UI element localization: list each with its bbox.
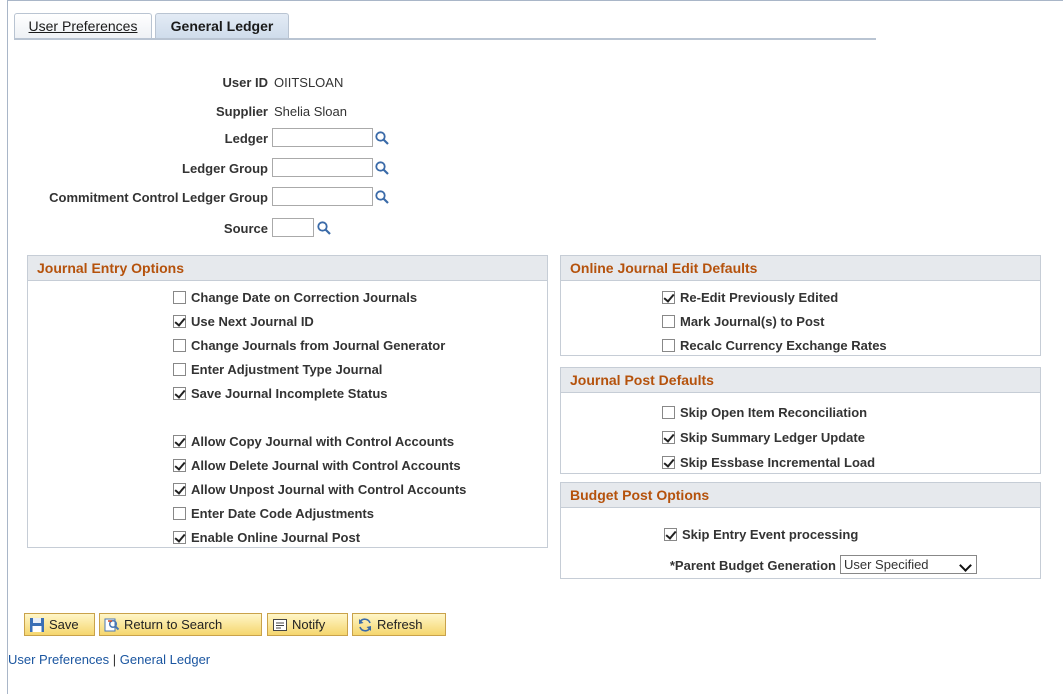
- return-to-search-icon: [104, 618, 120, 631]
- checkbox-label: Allow Unpost Journal with Control Accoun…: [191, 481, 467, 497]
- checkbox-label: Allow Copy Journal with Control Accounts: [191, 433, 455, 449]
- checkbox-label: Skip Essbase Incremental Load: [680, 454, 876, 470]
- journal-post-defaults-title: Journal Post Defaults: [561, 368, 1040, 393]
- budget-post-options-title: Budget Post Options: [561, 483, 1040, 508]
- online-journal-edit-defaults-title: Online Journal Edit Defaults: [561, 256, 1040, 281]
- checkbox-row[interactable]: Mark Journal(s) to Post: [662, 312, 824, 330]
- checkbox-label: Recalc Currency Exchange Rates: [680, 337, 887, 353]
- supplier-value: Shelia Sloan: [274, 104, 347, 119]
- notify-icon: [273, 618, 287, 631]
- checkbox-checked[interactable]: [662, 290, 675, 304]
- checkbox-unchecked[interactable]: [662, 405, 675, 419]
- checkbox-row[interactable]: Enable Online Journal Post: [173, 528, 360, 546]
- checkbox-label: Enter Date Code Adjustments: [191, 505, 374, 521]
- cc-ledger-group-input[interactable]: [272, 187, 373, 206]
- checkbox-label: Re-Edit Previously Edited: [680, 289, 839, 305]
- skip-entry-event-checkbox[interactable]: [664, 527, 677, 541]
- ledger-lookup-icon[interactable]: [374, 130, 390, 146]
- ledger-group-lookup-icon[interactable]: [374, 160, 390, 176]
- checkbox-unchecked[interactable]: [173, 338, 186, 352]
- checkbox-row[interactable]: Change Date on Correction Journals: [173, 288, 417, 306]
- checkbox-checked[interactable]: [173, 458, 186, 472]
- checkbox-checked[interactable]: [173, 530, 186, 544]
- checkbox-unchecked[interactable]: [662, 338, 675, 352]
- user-id-label: User ID: [222, 75, 268, 90]
- checkbox-checked[interactable]: [173, 434, 186, 448]
- checkbox-label: Mark Journal(s) to Post: [680, 313, 825, 329]
- journal-entry-options-title: Journal Entry Options: [28, 256, 547, 281]
- cc-ledger-group-label: Commitment Control Ledger Group: [49, 190, 268, 205]
- checkbox-label: Enter Adjustment Type Journal: [191, 361, 383, 377]
- footer-separator: |: [112, 652, 117, 667]
- refresh-button-label: Refresh: [377, 617, 423, 632]
- cc-ledger-group-lookup-icon[interactable]: [374, 189, 390, 205]
- parent-budget-generation-label: *Parent Budget Generation: [669, 558, 836, 573]
- ledger-group-input[interactable]: [272, 158, 373, 177]
- checkbox-checked[interactable]: [173, 314, 186, 328]
- skip-entry-event-checkbox-row[interactable]: Skip Entry Event processing: [664, 525, 858, 543]
- ledger-input[interactable]: [272, 128, 373, 147]
- checkbox-unchecked[interactable]: [662, 314, 675, 328]
- checkbox-label: Skip Open Item Reconciliation: [680, 404, 868, 420]
- checkbox-row[interactable]: Allow Unpost Journal with Control Accoun…: [173, 480, 466, 498]
- tab-general-ledger-label: General Ledger: [170, 18, 274, 34]
- checkbox-label: Use Next Journal ID: [191, 313, 314, 329]
- source-label: Source: [223, 221, 268, 236]
- checkbox-label: Change Date on Correction Journals: [191, 289, 418, 305]
- checkbox-row[interactable]: Re-Edit Previously Edited: [662, 288, 838, 306]
- supplier-label: Supplier: [215, 104, 268, 119]
- checkbox-row[interactable]: Recalc Currency Exchange Rates: [662, 336, 887, 354]
- checkbox-row[interactable]: Allow Delete Journal with Control Accoun…: [173, 456, 461, 474]
- frame-top-border: [7, 0, 1063, 1]
- checkbox-checked[interactable]: [662, 430, 675, 444]
- return-to-search-button[interactable]: Return to Search: [99, 613, 262, 636]
- checkbox-label: Skip Summary Ledger Update: [680, 429, 865, 445]
- save-button[interactable]: Save: [24, 613, 95, 636]
- checkbox-row[interactable]: Save Journal Incomplete Status: [173, 384, 388, 402]
- parent-budget-generation-value: User Specified: [844, 557, 929, 572]
- checkbox-row[interactable]: Enter Date Code Adjustments: [173, 504, 374, 522]
- checkbox-row[interactable]: Skip Open Item Reconciliation: [662, 403, 867, 421]
- refresh-button[interactable]: Refresh: [352, 613, 446, 636]
- user-id-value: OIITSLOAN: [274, 75, 344, 90]
- tab-user-preferences[interactable]: User Preferences: [14, 13, 152, 38]
- checkbox-checked[interactable]: [173, 386, 186, 400]
- checkbox-label: Allow Delete Journal with Control Accoun…: [191, 457, 461, 473]
- notify-button[interactable]: Notify: [267, 613, 348, 636]
- checkbox-row[interactable]: Allow Copy Journal with Control Accounts: [173, 432, 454, 450]
- save-icon: [30, 617, 44, 632]
- refresh-icon: [359, 617, 371, 632]
- tab-underline: [14, 38, 876, 40]
- save-button-label: Save: [49, 617, 79, 632]
- footer-links: User Preferences | General Ledger: [8, 652, 210, 667]
- checkbox-unchecked[interactable]: [173, 506, 186, 520]
- checkbox-label: Change Journals from Journal Generator: [191, 337, 446, 353]
- checkbox-unchecked[interactable]: [173, 290, 186, 304]
- notify-button-label: Notify: [292, 617, 326, 632]
- checkbox-label: Enable Online Journal Post: [191, 529, 361, 545]
- source-lookup-icon[interactable]: [316, 220, 332, 236]
- checkbox-unchecked[interactable]: [173, 362, 186, 376]
- footer-link-user-preferences[interactable]: User Preferences: [8, 652, 109, 667]
- checkbox-row[interactable]: Enter Adjustment Type Journal: [173, 360, 382, 378]
- checkbox-label: Save Journal Incomplete Status: [191, 385, 388, 401]
- checkbox-checked[interactable]: [173, 482, 186, 496]
- tab-user-preferences-label: User Preferences: [28, 18, 138, 34]
- checkbox-checked[interactable]: [662, 455, 675, 469]
- skip-entry-event-label: Skip Entry Event processing: [682, 526, 859, 542]
- checkbox-row[interactable]: Change Journals from Journal Generator: [173, 336, 445, 354]
- checkbox-row[interactable]: Use Next Journal ID: [173, 312, 314, 330]
- source-input[interactable]: [272, 218, 314, 237]
- checkbox-row[interactable]: Skip Essbase Incremental Load: [662, 453, 875, 471]
- return-to-search-label: Return to Search: [124, 617, 223, 632]
- parent-budget-generation-select[interactable]: User Specified: [840, 555, 977, 574]
- ledger-label: Ledger: [224, 131, 268, 146]
- frame-left-border: [7, 0, 8, 694]
- chevron-down-icon: [959, 559, 972, 572]
- ledger-group-label: Ledger Group: [182, 161, 268, 176]
- tab-general-ledger[interactable]: General Ledger: [155, 13, 289, 38]
- checkbox-row[interactable]: Skip Summary Ledger Update: [662, 428, 865, 446]
- footer-link-general-ledger[interactable]: General Ledger: [120, 652, 210, 667]
